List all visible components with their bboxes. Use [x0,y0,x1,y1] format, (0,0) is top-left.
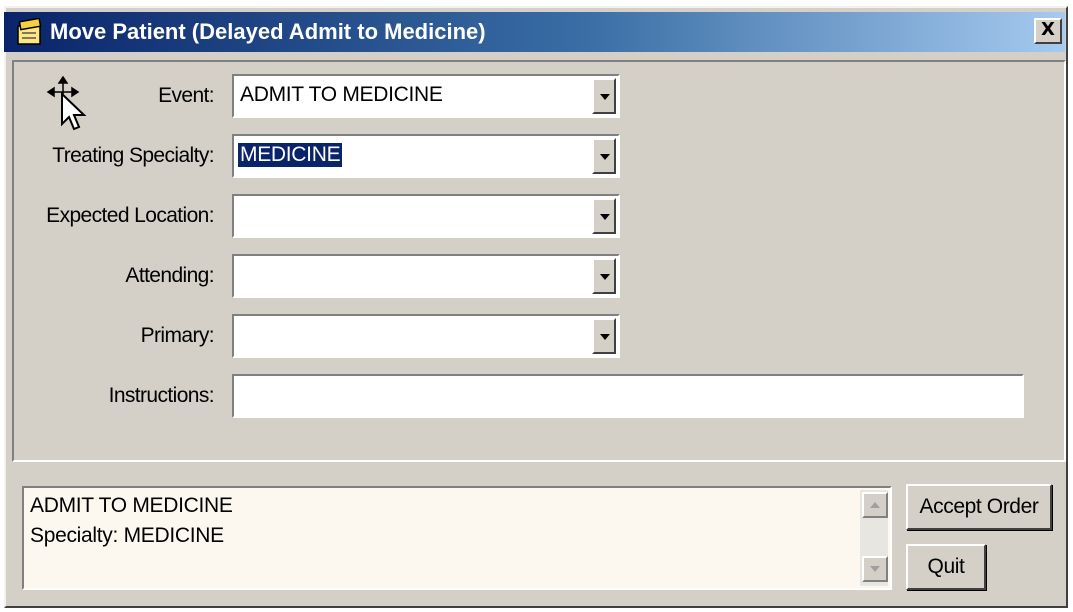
instructions-field[interactable] [232,374,1024,418]
treating-specialty-label: Treating Specialty: [52,144,214,167]
scroll-down-icon [870,566,880,572]
order-summary[interactable]: ADMIT TO MEDICINE Specialty: MEDICINE [22,486,892,590]
window-title: Move Patient (Delayed Admit to Medicine) [50,19,486,44]
primary-dropdown-button[interactable] [592,318,616,354]
expected-location-select[interactable] [232,194,620,238]
quit-button[interactable]: Quit [906,544,986,590]
scroll-up-button[interactable] [862,492,888,518]
notepad-icon [14,17,44,46]
expected-location-dropdown-button[interactable] [592,198,616,234]
close-button[interactable]: X [1034,18,1062,44]
primary-select[interactable] [232,314,620,358]
scroll-up-icon [870,502,880,508]
accept-order-button[interactable]: Accept Order [906,484,1052,530]
treating-specialty-dropdown-button[interactable] [592,138,616,174]
scroll-down-button[interactable] [862,556,888,582]
attending-select[interactable] [232,254,620,298]
attending-label: Attending: [125,264,214,287]
treating-specialty-select[interactable]: MEDICINE [232,134,620,178]
chevron-down-icon [600,214,610,220]
chevron-down-icon [600,154,610,160]
event-select[interactable]: ADMIT TO MEDICINE [232,74,620,118]
title-bar[interactable]: Move Patient (Delayed Admit to Medicine)… [4,12,1065,52]
event-value: ADMIT TO MEDICINE [240,83,443,106]
expected-location-label: Expected Location: [46,204,214,227]
event-label: Event: [158,84,215,107]
summary-line: Specialty: MEDICINE [30,524,224,547]
chevron-down-icon [600,274,610,280]
attending-dropdown-button[interactable] [592,258,616,294]
summary-scrollbar[interactable] [860,490,888,586]
close-icon: X [1041,19,1055,40]
chevron-down-icon [600,94,610,100]
instructions-label: Instructions: [108,384,215,407]
primary-label: Primary: [140,324,215,347]
treating-specialty-value: MEDICINE [238,143,343,167]
chevron-down-icon [600,334,610,340]
event-dropdown-button[interactable] [592,78,616,114]
summary-line: ADMIT TO MEDICINE [30,494,233,517]
